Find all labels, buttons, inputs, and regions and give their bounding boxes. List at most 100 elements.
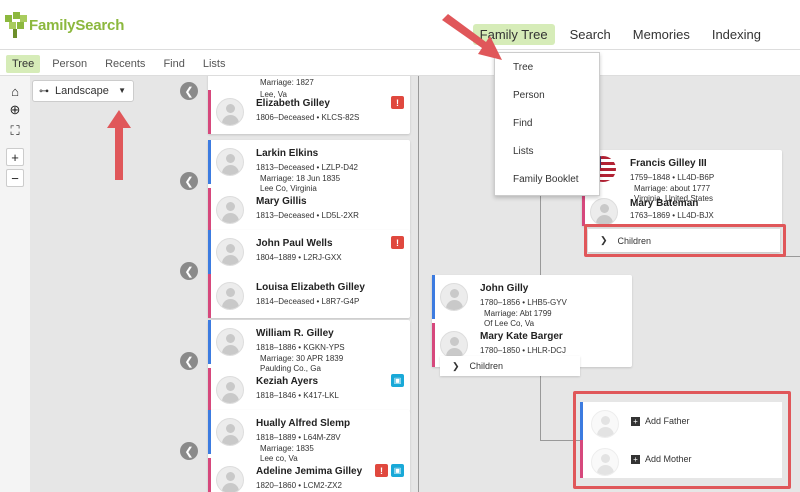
person-name[interactable]: Elizabeth Gilley <box>256 98 330 109</box>
person-name[interactable]: Adeline Jemima Gilley <box>256 466 362 477</box>
focus-children-button[interactable]: ❯ Children <box>440 356 580 376</box>
person-name[interactable]: Hually Alfred Slemp <box>256 418 350 429</box>
marriage-place: Lee, Va <box>260 90 287 99</box>
sub-nav: Tree Person Recents Find Lists <box>0 52 800 76</box>
person-dates: 1763–1869 • LL4D-BJX <box>630 211 714 220</box>
fullscreen-icon[interactable]: ⛶ <box>6 122 24 140</box>
expand-children-button[interactable]: ❮ <box>180 442 198 460</box>
avatar <box>216 148 244 176</box>
record-hint-icon[interactable]: ▣ <box>391 374 404 387</box>
gender-bar <box>582 196 585 226</box>
person-dates: 1813–Deceased • LZLP-D42 <box>256 163 358 172</box>
avatar <box>590 198 618 226</box>
person-name[interactable]: Larkin Elkins <box>256 148 318 159</box>
familysearch-logo[interactable]: FamilySearch <box>5 12 124 38</box>
person-name[interactable]: Mary Gillis <box>256 196 307 207</box>
tree-logo-icon <box>5 12 27 38</box>
alert-icon[interactable]: ! <box>391 96 404 109</box>
couple-card[interactable]: William R. Gilley 1818–1886 • KGKN-YPS M… <box>208 320 410 412</box>
subnav-find[interactable]: Find <box>157 55 190 73</box>
person-name[interactable]: Mary Bateman <box>630 198 698 209</box>
person-husband[interactable]: Hually Alfred Slemp 1818–1889 • L64M-Z8V <box>208 410 410 454</box>
person-wife[interactable]: Elizabeth Gilley 1806–Deceased • KLCS-82… <box>208 90 410 134</box>
top-bar: FamilySearch Family Tree Search Memories… <box>0 0 800 50</box>
avatar <box>216 98 244 126</box>
focus-couple-card[interactable]: John Gilly 1780–1856 • LHB5-GYV Marriage… <box>432 275 632 367</box>
zoom-out-icon[interactable]: − <box>6 169 24 187</box>
person-husband[interactable]: Larkin Elkins 1813–Deceased • LZLP-D42 <box>208 140 410 184</box>
alert-icon[interactable]: ! <box>391 236 404 249</box>
main-nav: Family Tree Search Memories Indexing <box>472 24 768 45</box>
couple-card[interactable]: Marriage: 1827 Elizabeth Gilley 1806–Dec… <box>208 76 410 134</box>
dropdown-item-family-booklet[interactable]: Family Booklet <box>495 165 599 193</box>
person-husband[interactable]: John Gilly 1780–1856 • LHB5-GYV <box>432 275 632 319</box>
parents-couple-card[interactable]: Francis Gilley III 1759–1848 • LL4D-B6P … <box>582 150 782 226</box>
dropdown-item-tree[interactable]: Tree <box>495 53 599 81</box>
person-name[interactable]: Keziah Ayers <box>256 376 318 387</box>
person-dates: 1780–1856 • LHB5-GYV <box>480 298 567 307</box>
person-husband[interactable]: Francis Gilley III 1759–1848 • LL4D-B6P <box>582 150 782 194</box>
person-name[interactable]: Francis Gilley III <box>630 158 707 169</box>
expand-children-button[interactable]: ❮ <box>180 352 198 370</box>
person-dates: 1818–1846 • K417-LKL <box>256 391 339 400</box>
dropdown-item-find[interactable]: Find <box>495 109 599 137</box>
person-name[interactable]: Louisa Elizabeth Gilley <box>256 282 365 293</box>
couple-card[interactable]: Larkin Elkins 1813–Deceased • LZLP-D42 M… <box>208 140 410 232</box>
avatar <box>216 466 244 492</box>
subnav-recents[interactable]: Recents <box>99 55 151 73</box>
person-wife[interactable]: Keziah Ayers 1818–1846 • K417-LKL ▣ <box>208 368 410 412</box>
gender-bar <box>432 323 435 367</box>
person-name[interactable]: John Paul Wells <box>256 238 333 249</box>
couple-card[interactable]: John Paul Wells 1804–1889 • L2RJ-GXX ! L… <box>208 230 410 318</box>
zoom-in-icon[interactable]: + <box>6 148 24 166</box>
couple-card[interactable]: Hually Alfred Slemp 1818–1889 • L64M-Z8V… <box>208 410 410 492</box>
person-wife[interactable]: Mary Bateman 1763–1869 • LL4D-BJX <box>582 196 782 226</box>
tree-canvas[interactable]: ⌂ ⊕ ⛶ + − ⊶ Landscape ▼ ❮ Marriage: 1827… <box>0 76 800 492</box>
gender-bar <box>208 230 211 274</box>
person-dates: 1813–Deceased • LD5L-2XR <box>256 211 359 220</box>
subnav-person[interactable]: Person <box>46 55 93 73</box>
person-husband[interactable]: John Paul Wells 1804–1889 • L2RJ-GXX ! <box>208 230 410 274</box>
person-wife[interactable]: Mary Gillis 1813–Deceased • LD5L-2XR <box>208 188 410 232</box>
children-label: Children <box>469 361 504 371</box>
subnav-lists[interactable]: Lists <box>197 55 232 73</box>
home-icon[interactable]: ⌂ <box>6 82 24 100</box>
annotation-arrow-up <box>107 110 131 180</box>
expand-children-button[interactable]: ❮ <box>180 82 198 100</box>
marriage-info: Marriage: 1827 <box>208 76 410 90</box>
person-dates: 1780–1850 • LHLR-DCJ <box>480 346 566 355</box>
person-name[interactable]: John Gilly <box>480 283 528 294</box>
subnav-tree[interactable]: Tree <box>6 54 41 73</box>
person-dates: 1804–1889 • L2RJ-GXX <box>256 253 342 262</box>
gender-bar <box>432 275 435 319</box>
person-wife[interactable]: Louisa Elizabeth Gilley 1814–Deceased • … <box>208 274 410 318</box>
alert-icon[interactable]: ! <box>375 464 388 477</box>
nav-indexing[interactable]: Indexing <box>705 24 768 45</box>
expand-children-button[interactable]: ❮ <box>180 172 198 190</box>
highlight-box <box>584 224 786 257</box>
view-selector[interactable]: ⊶ Landscape ▼ <box>32 80 134 102</box>
dropdown-item-person[interactable]: Person <box>495 81 599 109</box>
expand-children-button[interactable]: ❮ <box>180 262 198 280</box>
gender-bar <box>208 458 211 492</box>
avatar <box>216 418 244 446</box>
dropdown-item-lists[interactable]: Lists <box>495 137 599 165</box>
nav-memories[interactable]: Memories <box>626 24 697 45</box>
locate-icon[interactable]: ⊕ <box>6 101 24 119</box>
person-name[interactable]: William R. Gilley <box>256 328 334 339</box>
view-selector-value: Landscape <box>55 85 109 97</box>
avatar <box>216 328 244 356</box>
person-name[interactable]: Mary Kate Barger <box>480 331 563 342</box>
caret-down-icon: ▼ <box>118 86 126 95</box>
person-dates: 1818–1886 • KGKN-YPS <box>256 343 345 352</box>
annotation-arrow-diagonal <box>442 14 502 60</box>
record-hint-icon[interactable]: ▣ <box>391 464 404 477</box>
gender-bar <box>208 410 211 454</box>
gender-bar <box>208 140 211 184</box>
person-wife[interactable]: Adeline Jemima Gilley 1820–1860 • LCM2-Z… <box>208 458 410 492</box>
nav-search[interactable]: Search <box>563 24 618 45</box>
avatar <box>216 196 244 224</box>
gender-bar <box>208 368 211 412</box>
person-husband[interactable]: William R. Gilley 1818–1886 • KGKN-YPS <box>208 320 410 364</box>
avatar <box>216 376 244 404</box>
